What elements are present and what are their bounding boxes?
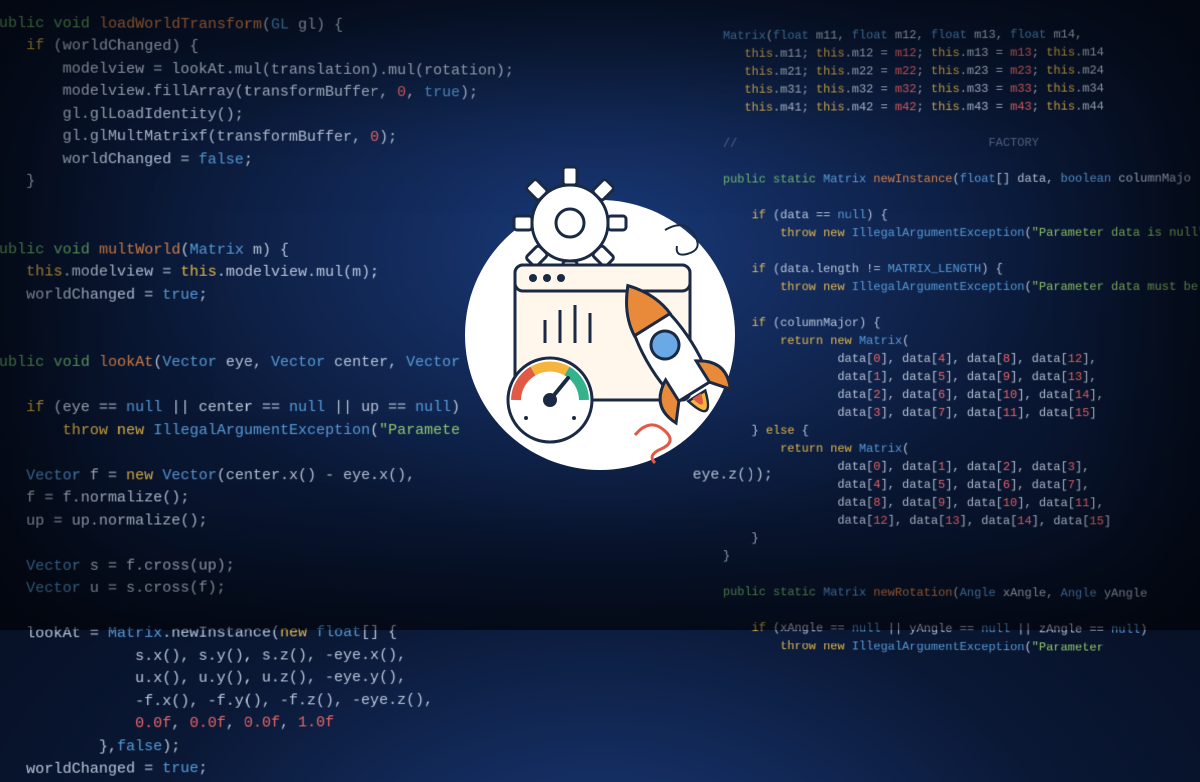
code-panel-right: Matrix(float m11, float m12, float m13, … — [723, 7, 1200, 657]
center-illustration — [420, 135, 780, 495]
gauge-icon — [508, 358, 592, 442]
